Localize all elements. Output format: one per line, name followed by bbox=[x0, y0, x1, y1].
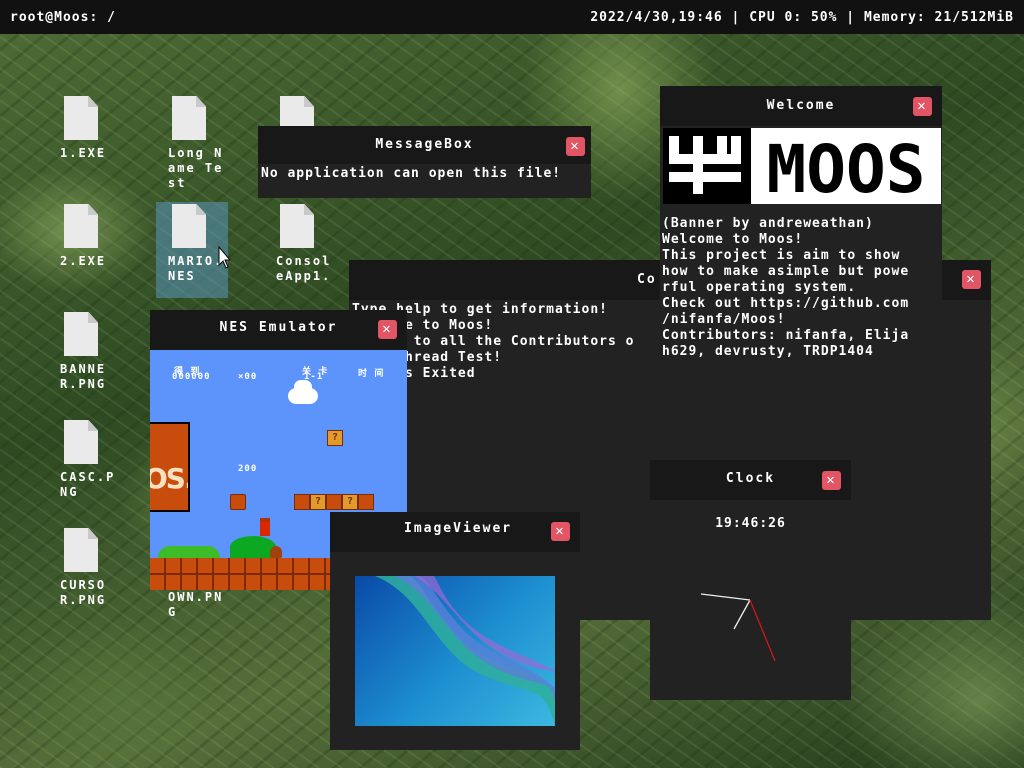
nes-close-button[interactable]: ✕ bbox=[378, 320, 397, 339]
file-icon bbox=[172, 96, 206, 140]
goomba-sprite bbox=[270, 546, 282, 558]
file-icon bbox=[64, 420, 98, 464]
file-icon bbox=[64, 96, 98, 140]
clock-window[interactable]: Clock ✕ 19:46:26 bbox=[650, 460, 851, 700]
system-status: 2022/4/30,19:46 | CPU 0: 50% | Memory: 2… bbox=[590, 9, 1014, 25]
file-icon bbox=[64, 312, 98, 356]
welcome-title: Welcome bbox=[766, 98, 836, 113]
mouse-cursor-icon bbox=[218, 246, 232, 269]
file-icon bbox=[172, 204, 206, 248]
welcome-text: (Banner by andreweathan) Welcome to Moos… bbox=[662, 216, 910, 359]
brick-row bbox=[294, 494, 374, 510]
analog-clock-icon bbox=[700, 593, 776, 662]
moos-logo-icon: MOOS bbox=[663, 128, 941, 208]
file-icon bbox=[64, 204, 98, 248]
desktop-icon-1-exe[interactable]: 1.EXE bbox=[60, 96, 118, 161]
imageviewer-titlebar[interactable]: ImageViewer ✕ bbox=[330, 512, 580, 552]
imageviewer-title: ImageViewer bbox=[404, 521, 513, 536]
cloud bbox=[294, 380, 312, 394]
shell-path: root@Moos: / bbox=[10, 9, 116, 25]
desktop-icon-casc-png[interactable]: CASC.PNG bbox=[60, 420, 118, 500]
file-icon bbox=[280, 204, 314, 248]
desktop-icon-cursor-png[interactable]: CURSOR.PNG bbox=[60, 528, 118, 608]
file-icon bbox=[64, 528, 98, 572]
messagebox-title: MessageBox bbox=[375, 137, 474, 152]
mario-sprite bbox=[260, 518, 270, 536]
clock-titlebar[interactable]: Clock ✕ bbox=[650, 460, 851, 500]
used-block bbox=[230, 494, 246, 510]
points-popup: 200 bbox=[238, 464, 258, 474]
welcome-close-button[interactable]: ✕ bbox=[913, 97, 932, 116]
imageviewer-window[interactable]: ImageViewer ✕ bbox=[330, 512, 580, 750]
desktop-icon-banner-png[interactable]: BANNER.PNG bbox=[60, 312, 118, 392]
desktop-icon-2-exe[interactable]: 2.EXE bbox=[60, 204, 118, 269]
nes-title: NES Emulator bbox=[219, 320, 338, 335]
question-block: ? bbox=[327, 430, 343, 446]
messagebox-text: No application can open this file! bbox=[261, 166, 562, 181]
question-block: ? bbox=[310, 494, 326, 510]
welcome-titlebar[interactable]: Welcome ✕ bbox=[660, 86, 942, 126]
console-close-button[interactable]: ✕ bbox=[962, 270, 981, 289]
hud-score: 000000 bbox=[172, 372, 211, 382]
moos-logo-text: MOOS bbox=[767, 131, 926, 204]
top-status-bar: root@Moos: / 2022/4/30,19:46 | CPU 0: 50… bbox=[0, 0, 1024, 34]
clock-digital-time: 19:46:26 bbox=[715, 516, 786, 531]
messagebox-close-button[interactable]: ✕ bbox=[566, 137, 585, 156]
console-title: Co bbox=[637, 272, 657, 287]
hud-time-label: 时 间 bbox=[358, 369, 385, 379]
viewer-image bbox=[355, 576, 555, 726]
clock-close-button[interactable]: ✕ bbox=[822, 471, 841, 490]
desktop-icon-consoleapp1[interactable]: ConsoleApp1. bbox=[276, 204, 334, 284]
question-block: ? bbox=[342, 494, 358, 510]
bush bbox=[158, 546, 220, 558]
desktop-icon-long-name-test[interactable]: Long Name Test bbox=[168, 96, 226, 191]
abstract-wave-image bbox=[375, 576, 555, 726]
messagebox-titlebar[interactable]: MessageBox ✕ bbox=[258, 126, 591, 164]
desktop-icon-own-png[interactable]: OWN.PNG bbox=[168, 590, 226, 620]
clock-title: Clock bbox=[725, 471, 776, 486]
nes-titlebar[interactable]: NES Emulator ✕ bbox=[150, 310, 407, 350]
welcome-window[interactable]: Welcome ✕ MOOS (Banner by andreweathan) … bbox=[660, 86, 942, 407]
hud-coins: ×00 bbox=[238, 372, 258, 382]
messagebox-window[interactable]: MessageBox ✕ No application can open thi… bbox=[258, 126, 591, 198]
imageviewer-close-button[interactable]: ✕ bbox=[551, 522, 570, 541]
moos-banner: MOOS bbox=[663, 128, 941, 208]
game-sign: OS. bbox=[150, 422, 190, 512]
